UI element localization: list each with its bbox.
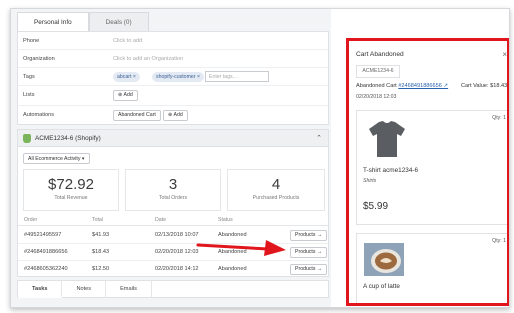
remove-tag-icon[interactable]: ×	[133, 74, 136, 80]
red-annotation-arrow-icon	[196, 240, 286, 256]
stat-value: 3	[168, 176, 178, 193]
add-list-button[interactable]: ⊕ Add	[113, 90, 138, 101]
order-date: 02/13/2018 10:07	[155, 232, 199, 238]
phone-label: Phone	[23, 38, 40, 44]
item-quantity: Qty: 1	[492, 238, 506, 244]
order-number: #2468605362240	[24, 266, 68, 272]
products-button[interactable]: Products →	[290, 247, 328, 258]
add-automation-button[interactable]: ⊕ Add	[163, 110, 188, 121]
product-price: $5.99	[363, 201, 389, 212]
personal-info-panel: Phone Click to add Organization Click to…	[17, 31, 329, 125]
order-number: #2468491886656	[24, 249, 68, 255]
orders-table-header: Order Total Date Status	[18, 214, 328, 226]
lists-row: Lists ⊕ Add	[18, 86, 328, 106]
stat-total-revenue: $72.92 Total Revenue	[23, 169, 119, 211]
remove-tag-icon[interactable]: ×	[197, 74, 200, 80]
automations-row: Automations Abandoned Cart ⊕ Add	[18, 106, 328, 125]
stat-value: 4	[271, 176, 281, 193]
panel-title: Cart Abandoned	[356, 51, 404, 58]
tab-store[interactable]: ACME1234-6	[356, 65, 400, 78]
collapse-chevron-icon[interactable]: ⌃	[316, 130, 322, 147]
order-date: 02/20/2018 12:03	[155, 249, 199, 255]
cart-order-link[interactable]: #2468491886656 ↗	[398, 83, 448, 89]
product-name: T-shirt acme1234-6	[363, 167, 419, 174]
product-name: A cup of latte	[363, 283, 400, 290]
tag-chip[interactable]: abcart ×	[113, 72, 140, 82]
column-header-status: Status	[218, 217, 233, 223]
products-button[interactable]: Products →	[290, 230, 328, 241]
tags-label: Tags	[23, 74, 35, 80]
products-button[interactable]: Products →	[290, 264, 328, 275]
stat-purchased-products: 4 Purchased Products	[227, 169, 325, 211]
column-header-date: Date	[155, 217, 166, 223]
order-total: $41.93	[92, 232, 110, 238]
cart-abandoned-panel: Cart Abandoned × ACME1234-6 Abandoned Ca…	[356, 47, 508, 303]
tag-chip[interactable]: shopify-customer ×	[152, 72, 204, 82]
organization-label: Organization	[23, 56, 55, 62]
stat-total-orders: 3 Total Orders	[125, 169, 221, 211]
tab-notes[interactable]: Notes	[62, 281, 107, 298]
tags-row: Tags abcart × shopify-customer × Enter t…	[18, 68, 328, 86]
tags-input[interactable]: Enter tags...	[205, 71, 269, 82]
tab-personal-info[interactable]: Personal Info	[17, 12, 89, 32]
item-quantity: Qty: 1	[492, 115, 506, 121]
order-date: 02/20/2018 14:12	[155, 266, 199, 272]
plus-icon: ⊕	[168, 112, 173, 118]
chevron-down-icon: ▾	[81, 156, 85, 162]
contact-tabs: Personal Info Deals (0)	[17, 12, 149, 32]
order-number: #49521495597	[24, 232, 62, 238]
contact-main-column: Personal Info Deals (0) Phone Click to a…	[11, 9, 331, 307]
stat-label: Total Orders	[158, 195, 188, 201]
phone-value[interactable]: Click to add	[113, 38, 142, 44]
organization-row: Organization Click to add an Organizatio…	[18, 50, 328, 68]
store-title: ACME1234-6 (Shopify)	[35, 135, 101, 142]
stat-label: Total Revenue	[54, 195, 88, 201]
organization-value[interactable]: Click to add an Organization	[113, 56, 183, 62]
plus-icon: ⊕	[118, 92, 123, 98]
arrow-right-icon: →	[316, 232, 323, 238]
close-icon[interactable]: ×	[502, 47, 507, 62]
automation-chip[interactable]: Abandoned Cart	[113, 110, 161, 121]
tab-emails[interactable]: Emails	[106, 281, 152, 298]
cart-item-card: Qty: 1 A cup of latte	[356, 233, 507, 303]
order-status: Abandoned	[218, 266, 247, 272]
tab-tasks[interactable]: Tasks	[18, 281, 63, 298]
phone-row: Phone Click to add	[18, 32, 328, 50]
cart-value: Cart Value: $18.43	[461, 83, 508, 89]
lists-label: Lists	[23, 92, 35, 98]
shopify-icon	[23, 134, 31, 143]
arrow-right-icon: →	[316, 266, 323, 272]
order-total: $18.43	[92, 249, 110, 255]
latte-image	[364, 243, 404, 276]
tab-deals[interactable]: Deals (0)	[88, 12, 149, 32]
order-total: $12.50	[92, 266, 110, 272]
automations-label: Automations	[23, 112, 55, 118]
column-header-total: Total	[92, 217, 103, 223]
arrow-right-icon: →	[316, 249, 323, 255]
activity-tabs: Tasks Notes Emails	[17, 280, 329, 298]
table-row: #2468605362240 $12.50 02/20/2018 14:12 A…	[18, 261, 328, 278]
tshirt-image	[369, 121, 405, 157]
stat-value: $72.92	[48, 176, 94, 193]
column-header-order: Order	[24, 217, 38, 223]
ecommerce-panel-header[interactable]: ACME1234-6 (Shopify) ⌃	[18, 130, 328, 147]
cart-item-card: Qty: 1 T-shirt acme1234-6 Shirts $5.99	[356, 110, 507, 225]
app-window: Personal Info Deals (0) Phone Click to a…	[10, 8, 510, 308]
stat-label: Purchased Products	[252, 195, 300, 201]
cart-reference: Abandoned Cart #2468491886656 ↗	[356, 83, 449, 89]
activity-filter-dropdown[interactable]: All Ecommerce Activity ▾	[23, 153, 90, 164]
product-category: Shirts	[363, 178, 377, 184]
cart-date: 02/20/2018 12:03	[356, 94, 397, 100]
cart-abandoned-highlight: Cart Abandoned × ACME1234-6 Abandoned Ca…	[346, 38, 509, 306]
